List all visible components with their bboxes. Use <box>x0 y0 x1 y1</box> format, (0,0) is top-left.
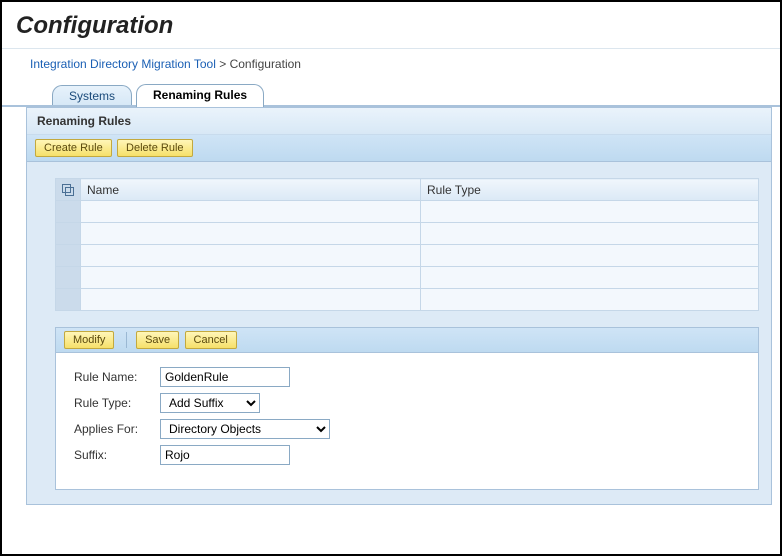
tab-renaming-rules[interactable]: Renaming Rules <box>136 84 264 107</box>
applies-for-label: Applies For: <box>74 422 160 436</box>
row-selector[interactable] <box>56 289 81 311</box>
row-selector[interactable] <box>56 245 81 267</box>
suffix-label: Suffix: <box>74 448 160 462</box>
suffix-field[interactable] <box>160 445 290 465</box>
select-all-icon <box>62 183 74 197</box>
cell-name <box>81 223 421 245</box>
cell-name <box>81 289 421 311</box>
cell-rule-type <box>421 289 759 311</box>
rule-type-select[interactable]: Add Suffix <box>160 393 260 413</box>
breadcrumb: Integration Directory Migration Tool > C… <box>2 49 780 83</box>
panel-title: Renaming Rules <box>27 108 771 135</box>
page-title: Configuration <box>2 2 780 48</box>
modify-button[interactable]: Modify <box>64 331 114 349</box>
cell-name <box>81 201 421 223</box>
col-name-header[interactable]: Name <box>81 179 421 201</box>
cell-name <box>81 245 421 267</box>
breadcrumb-separator: > <box>219 57 226 71</box>
delete-rule-button[interactable]: Delete Rule <box>117 139 192 157</box>
row-selector[interactable] <box>56 201 81 223</box>
create-rule-button[interactable]: Create Rule <box>35 139 112 157</box>
row-selector[interactable] <box>56 223 81 245</box>
applies-for-select[interactable]: Directory Objects <box>160 419 330 439</box>
table-row[interactable] <box>56 245 759 267</box>
cell-rule-type <box>421 267 759 289</box>
table-row[interactable] <box>56 267 759 289</box>
table-row[interactable] <box>56 289 759 311</box>
rules-table: Name Rule Type <box>55 178 759 311</box>
breadcrumb-link[interactable]: Integration Directory Migration Tool <box>30 57 216 71</box>
tab-underline <box>2 105 780 107</box>
save-button[interactable]: Save <box>136 331 179 349</box>
rule-type-label: Rule Type: <box>74 396 160 410</box>
rule-name-label: Rule Name: <box>74 370 160 384</box>
cell-rule-type <box>421 223 759 245</box>
cell-rule-type <box>421 201 759 223</box>
tab-systems[interactable]: Systems <box>52 85 132 107</box>
edit-toolbar: Modify Save Cancel <box>55 327 759 353</box>
cell-rule-type <box>421 245 759 267</box>
col-rule-type-header[interactable]: Rule Type <box>421 179 759 201</box>
breadcrumb-current: Configuration <box>230 57 301 71</box>
tabs: Systems Renaming Rules <box>2 83 780 107</box>
rule-form: Rule Name: Rule Type: Add Suffix Applies… <box>55 353 759 490</box>
cancel-button[interactable]: Cancel <box>185 331 237 349</box>
panel-toolbar: Create Rule Delete Rule <box>27 135 771 162</box>
renaming-rules-panel: Renaming Rules Create Rule Delete Rule <box>26 107 772 505</box>
select-all-header[interactable] <box>56 179 81 201</box>
table-row[interactable] <box>56 223 759 245</box>
rules-table-container: Name Rule Type <box>55 178 759 311</box>
rule-name-field[interactable] <box>160 367 290 387</box>
table-row[interactable] <box>56 201 759 223</box>
cell-name <box>81 267 421 289</box>
toolbar-separator <box>126 332 127 348</box>
row-selector[interactable] <box>56 267 81 289</box>
